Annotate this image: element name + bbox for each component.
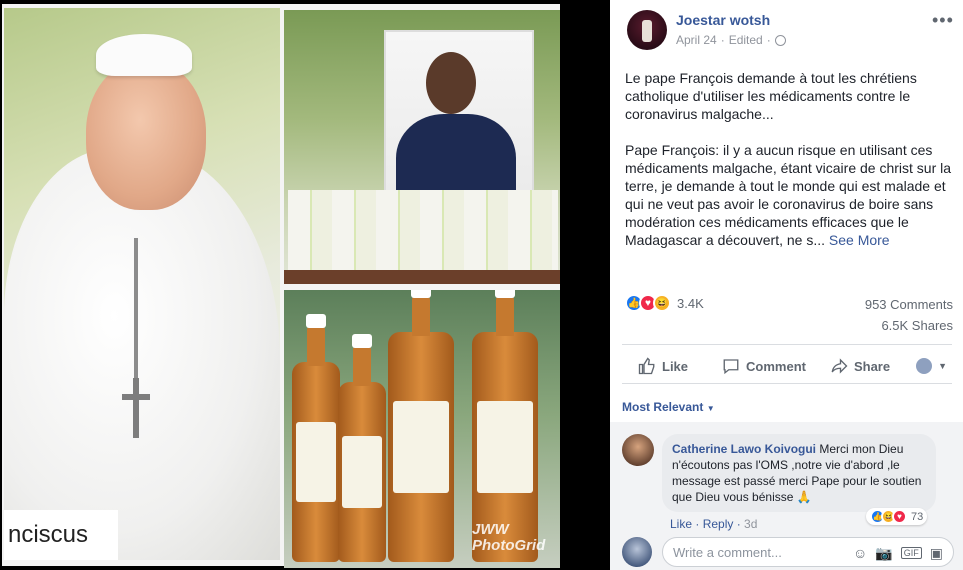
post-sidebar: Joestar wotsh April 24 · Edited · ••• Le… xyxy=(610,0,963,570)
globe-icon xyxy=(774,34,786,46)
divider xyxy=(622,383,952,384)
shares-count[interactable]: 6.5K Shares xyxy=(881,318,953,333)
caret-down-icon: ▼ xyxy=(938,361,948,371)
bottle xyxy=(292,314,340,562)
post-meta: April 24 · Edited · xyxy=(676,33,786,47)
camera-icon[interactable]: 📷 xyxy=(875,545,892,562)
comment-reactions[interactable]: 👍 😆 ♥ 73 xyxy=(866,508,928,525)
medicine-boxes xyxy=(288,190,558,270)
bottle xyxy=(338,334,386,562)
author-avatar[interactable] xyxy=(627,10,667,50)
reaction-count: 3.4K xyxy=(677,295,704,311)
post-paragraph: Pape François: il y a aucun risque en ut… xyxy=(625,142,952,248)
commenter-name[interactable]: Catherine Lawo Koivogui xyxy=(672,442,816,456)
gif-icon[interactable]: GIF xyxy=(900,547,922,559)
write-comment-row: Write a comment... ☺ 📷 GIF ▣ xyxy=(610,532,963,570)
share-button[interactable]: Share xyxy=(830,357,890,375)
love-reaction-icon: ♥ xyxy=(892,509,907,524)
audience-selector[interactable]: ▼ xyxy=(916,358,947,374)
reactions-summary[interactable]: 👍 ♥ 😆 3.4K xyxy=(625,294,704,312)
pectoral-cross xyxy=(122,378,150,438)
thumbs-up-icon xyxy=(638,357,655,375)
share-icon xyxy=(831,358,848,374)
edited-label[interactable]: Edited xyxy=(729,33,763,47)
comment-like-link[interactable]: Like xyxy=(670,517,692,531)
photo-collage: nciscus JWW PhotoGrid xyxy=(2,4,560,568)
divider xyxy=(622,344,952,345)
profile-avatar-icon xyxy=(916,358,933,374)
comment-actions: Like · Reply · 3d xyxy=(670,517,758,531)
haha-reaction-icon: 😆 xyxy=(653,294,671,312)
like-button[interactable]: Like xyxy=(638,357,688,375)
comment-sort-dropdown[interactable]: Most Relevant ▼ xyxy=(622,400,715,414)
post-actions: Like Comment Share ▼ xyxy=(622,351,952,381)
pope-photo xyxy=(4,8,280,560)
emoji-icon[interactable]: ☺ xyxy=(853,545,867,561)
comment-reply-link[interactable]: Reply xyxy=(703,517,734,531)
post-paragraph: Le pape François demande à tout les chré… xyxy=(625,70,917,122)
comment-icon xyxy=(723,359,739,375)
post-date[interactable]: April 24 xyxy=(676,33,717,47)
bottle xyxy=(388,290,454,562)
caret-down-icon: ▼ xyxy=(706,404,715,413)
watermark: JWW PhotoGrid xyxy=(472,521,546,554)
comments-count[interactable]: 953 Comments xyxy=(865,297,953,312)
comments-list: Catherine Lawo Koivogui Merci mon Dieu n… xyxy=(610,422,963,532)
commenter-avatar[interactable] xyxy=(622,434,654,466)
ellipsis-icon[interactable]: ••• xyxy=(932,10,954,31)
photo-caption: nciscus xyxy=(4,510,118,560)
comment-bubble: Catherine Lawo Koivogui Merci mon Dieu n… xyxy=(662,434,936,512)
sticker-icon[interactable]: ▣ xyxy=(930,545,943,562)
comment-input[interactable]: Write a comment... ☺ 📷 GIF ▣ xyxy=(662,537,954,567)
comment-button[interactable]: Comment xyxy=(722,357,806,375)
post-text: Le pape François demande à tout les chré… xyxy=(625,69,955,267)
medicine-boxes-photo xyxy=(284,10,560,284)
current-user-avatar xyxy=(622,537,652,567)
author-name[interactable]: Joestar wotsh xyxy=(676,12,770,28)
post-photo[interactable]: nciscus JWW PhotoGrid xyxy=(0,0,610,570)
see-more-link[interactable]: See More xyxy=(829,232,890,248)
comment-time[interactable]: 3d xyxy=(744,517,757,531)
